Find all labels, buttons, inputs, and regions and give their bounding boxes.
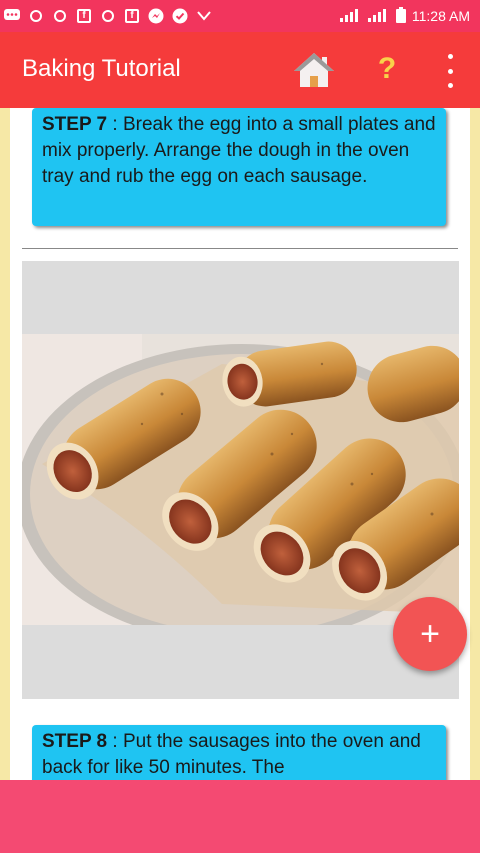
- status-bar: f f 11:28 AM: [0, 0, 480, 32]
- dot-icon: [447, 54, 453, 59]
- step-card: STEP 7 : Break the egg into a small plat…: [32, 108, 446, 226]
- page-title: Baking Tutorial: [22, 55, 181, 82]
- chat-bubble-icon: [4, 8, 20, 24]
- bottom-bar: [0, 780, 480, 853]
- step-label: STEP 8: [42, 731, 108, 752]
- app-bar: Baking Tutorial ?: [0, 32, 480, 108]
- notification-icons: f f: [4, 8, 212, 24]
- status-time: 11:28 AM: [411, 8, 470, 24]
- help-button[interactable]: ?: [372, 49, 402, 89]
- signal-icon: [339, 8, 362, 25]
- home-button[interactable]: [292, 50, 336, 90]
- circle-icon: [28, 8, 44, 24]
- step-card: STEP 8 : Put the sausages into the oven …: [32, 725, 446, 780]
- add-fab-button[interactable]: +: [393, 597, 467, 671]
- circle-icon: [100, 8, 116, 24]
- battery-icon: [395, 6, 406, 26]
- signal-icon: [367, 8, 390, 25]
- dot-icon: [447, 83, 453, 88]
- facebook-icon: f: [76, 8, 92, 24]
- step-label: STEP 7: [42, 114, 108, 135]
- messenger-icon: [148, 8, 164, 24]
- step-separator: :: [107, 731, 123, 752]
- divider: [22, 248, 458, 249]
- chevron-icon: [196, 8, 212, 24]
- system-icons: 11:28 AM: [339, 6, 470, 26]
- tutorial-content[interactable]: STEP 7 : Break the egg into a small plat…: [10, 108, 470, 780]
- facebook-icon: f: [124, 8, 140, 24]
- sausage-rolls-image: [22, 334, 459, 625]
- check-circle-icon: [172, 8, 188, 24]
- overflow-menu-button[interactable]: [444, 54, 456, 88]
- circle-icon: [52, 8, 68, 24]
- home-icon: [294, 53, 334, 87]
- dot-icon: [447, 68, 453, 74]
- step-separator: :: [107, 114, 123, 135]
